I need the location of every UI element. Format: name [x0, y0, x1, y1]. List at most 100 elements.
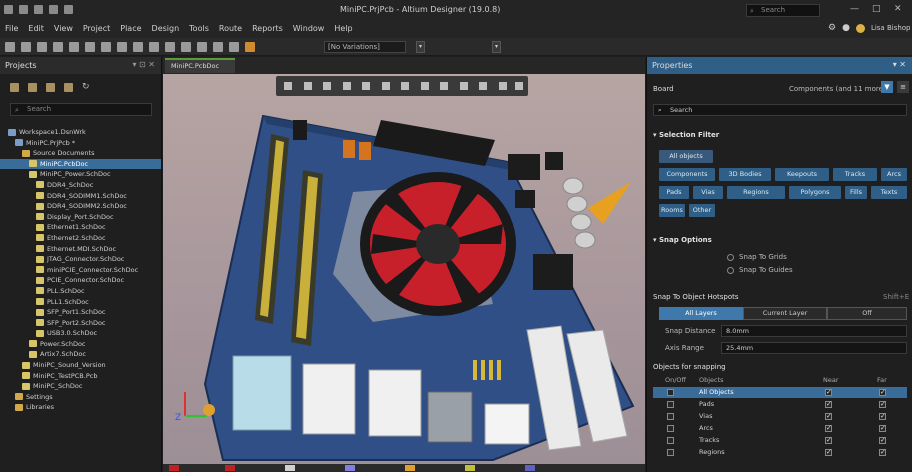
- menu-design[interactable]: Design: [152, 24, 180, 33]
- tree-item[interactable]: PLL.SchDoc: [0, 286, 161, 297]
- layer-swatch-6[interactable]: [465, 465, 475, 471]
- filter-icon[interactable]: [197, 42, 207, 52]
- tree-item[interactable]: Ethernet1.SchDoc: [0, 222, 161, 233]
- filter-chip[interactable]: Vias: [693, 186, 723, 199]
- filter-chip[interactable]: Regions: [727, 186, 785, 199]
- print-icon[interactable]: [53, 42, 63, 52]
- filter-chip[interactable]: Polygons: [789, 186, 841, 199]
- projects-search-input[interactable]: ⌕ Search: [10, 103, 152, 116]
- filter-chip[interactable]: Tracks: [833, 168, 877, 181]
- user-name[interactable]: Lisa Bishop: [871, 24, 911, 32]
- off-segment[interactable]: Off: [827, 307, 907, 320]
- filter-chip[interactable]: Pads: [659, 186, 689, 199]
- tab-minipc-pcbdoc[interactable]: MiniPC.PcbDoc: [165, 58, 235, 73]
- filter-chip[interactable]: Rooms: [659, 204, 685, 217]
- table-row[interactable]: Tracks: [653, 435, 907, 446]
- table-row[interactable]: Vias: [653, 411, 907, 422]
- filter-chip[interactable]: Arcs: [881, 168, 907, 181]
- layer-swatch-3[interactable]: [285, 465, 295, 471]
- tree-item[interactable]: Settings: [0, 392, 161, 403]
- maximize-button[interactable]: □: [872, 4, 881, 14]
- tree-item[interactable]: Ethernet2.SchDoc: [0, 233, 161, 244]
- new-icon[interactable]: [5, 42, 15, 52]
- far-checkbox[interactable]: [879, 447, 886, 458]
- onoff-checkbox[interactable]: [667, 401, 674, 408]
- align-icon[interactable]: [165, 42, 175, 52]
- onoff-checkbox[interactable]: [667, 437, 674, 444]
- zoom-icon[interactable]: [69, 42, 79, 52]
- tree-item[interactable]: Artix7.SchDoc: [0, 349, 161, 360]
- menu-icon[interactable]: ≡: [897, 81, 909, 93]
- menu-window[interactable]: Window: [293, 24, 325, 33]
- layer-swatch-4[interactable]: [345, 465, 355, 471]
- axis-range-input[interactable]: 25.4mm: [721, 342, 907, 354]
- tree-item[interactable]: SFP_Port1.SchDoc: [0, 307, 161, 318]
- tree-item[interactable]: MiniPC_Power.SchDoc: [0, 169, 161, 180]
- paste-icon[interactable]: [117, 42, 127, 52]
- undo-toolbar-icon[interactable]: [213, 42, 223, 52]
- refresh-icon[interactable]: ↻: [82, 83, 90, 92]
- save-file-icon[interactable]: [37, 42, 47, 52]
- notifications-icon[interactable]: ●: [842, 23, 850, 33]
- tree-item[interactable]: miniPCIE_Connector.SchDoc: [0, 265, 161, 276]
- tree-item[interactable]: PLL1.SchDoc: [0, 297, 161, 308]
- tree-item[interactable]: Power.SchDoc: [0, 339, 161, 350]
- cut-icon[interactable]: [85, 42, 95, 52]
- minimize-button[interactable]: —: [850, 4, 859, 14]
- save-all-icon[interactable]: [19, 5, 28, 14]
- redo-icon[interactable]: [64, 5, 73, 14]
- menu-edit[interactable]: Edit: [28, 24, 44, 33]
- filter-chip[interactable]: Keepouts: [775, 168, 829, 181]
- layer-swatch-5[interactable]: [405, 465, 415, 471]
- variant-dropdown-button[interactable]: ▾: [416, 41, 425, 53]
- far-checkbox[interactable]: [879, 387, 886, 398]
- filter-chip[interactable]: 3D Bodies: [719, 168, 771, 181]
- onoff-checkbox[interactable]: [667, 389, 674, 396]
- tree-item[interactable]: MiniPC_TestPCB.Pcb: [0, 371, 161, 382]
- pcb-3d-viewport[interactable]: Z: [163, 74, 645, 464]
- table-row[interactable]: Pads: [653, 399, 907, 410]
- snap-to-guides-radio[interactable]: [727, 267, 734, 274]
- tree-item[interactable]: DDR4_SchDoc: [0, 180, 161, 191]
- menu-place[interactable]: Place: [120, 24, 141, 33]
- select-icon[interactable]: [133, 42, 143, 52]
- move-icon[interactable]: [149, 42, 159, 52]
- far-checkbox[interactable]: [879, 435, 886, 446]
- workspace-icon[interactable]: [10, 83, 19, 92]
- save-project-icon[interactable]: [28, 83, 37, 92]
- tree-item[interactable]: PCIE_Connector.SchDoc: [0, 275, 161, 286]
- onoff-checkbox[interactable]: [667, 449, 674, 456]
- near-checkbox[interactable]: [825, 411, 832, 422]
- all-objects-button[interactable]: All objects: [659, 150, 713, 163]
- layer-swatch-2[interactable]: [225, 465, 235, 471]
- tree-item[interactable]: USB3.0.SchDoc: [0, 328, 161, 339]
- variant-combo[interactable]: [No Variations]: [324, 41, 406, 53]
- filter-chip[interactable]: Components: [659, 168, 715, 181]
- far-checkbox[interactable]: [879, 399, 886, 410]
- menu-help[interactable]: Help: [334, 24, 352, 33]
- tree-item[interactable]: Display_Port.SchDoc: [0, 212, 161, 223]
- panel-controls-icon[interactable]: ▾ ⊡ ✕: [132, 60, 155, 69]
- tree-item[interactable]: DDR4_SODIMM2.SchDoc: [0, 201, 161, 212]
- onoff-checkbox[interactable]: [667, 425, 674, 432]
- near-checkbox[interactable]: [825, 399, 832, 410]
- redo-toolbar-icon[interactable]: [229, 42, 239, 52]
- tree-item[interactable]: MiniPC_SchDoc: [0, 381, 161, 392]
- menu-tools[interactable]: Tools: [189, 24, 209, 33]
- menu-project[interactable]: Project: [83, 24, 110, 33]
- snap-distance-input[interactable]: 8.0mm: [721, 325, 907, 337]
- deselect-icon[interactable]: [181, 42, 191, 52]
- toolbar-dropdown-button[interactable]: ▾: [492, 41, 501, 53]
- far-checkbox[interactable]: [879, 411, 886, 422]
- all-layers-segment[interactable]: All Layers: [659, 307, 743, 320]
- open-file-icon[interactable]: [21, 42, 31, 52]
- save-icon[interactable]: [4, 5, 13, 14]
- table-row[interactable]: Regions: [653, 447, 907, 458]
- hammer-icon[interactable]: [245, 42, 255, 52]
- open-icon[interactable]: [34, 5, 43, 14]
- tree-item[interactable]: MiniPC.PcbDoc: [0, 158, 161, 170]
- folder-icon[interactable]: [64, 83, 73, 92]
- open-folder-icon[interactable]: [46, 83, 55, 92]
- onoff-checkbox[interactable]: [667, 413, 674, 420]
- tree-item[interactable]: SFP_Port2.SchDoc: [0, 318, 161, 329]
